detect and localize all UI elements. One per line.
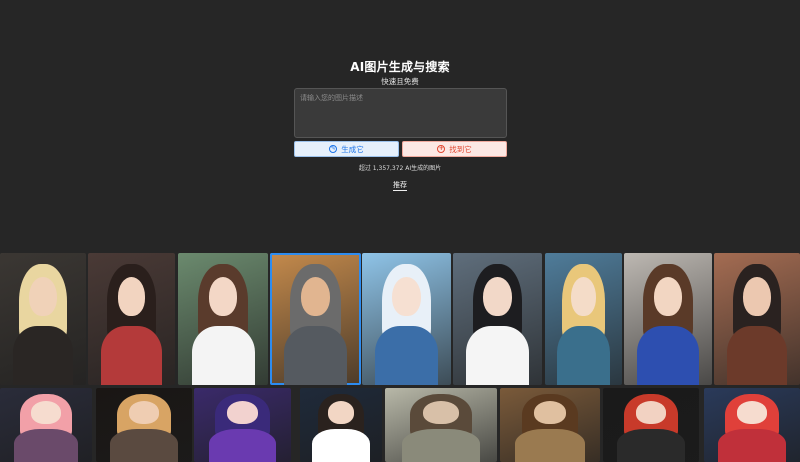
- hero-section: AI图片生成与搜索 快速且免费 ✎ 生成它 + 找到它 超过 1,357,372…: [0, 0, 800, 250]
- figure-face: [635, 401, 667, 424]
- figure-body: [13, 428, 79, 462]
- gallery-image[interactable]: [704, 388, 800, 462]
- figure-face: [117, 276, 146, 317]
- gallery-image[interactable]: [362, 253, 451, 385]
- figure-face: [571, 276, 596, 317]
- figure-body: [110, 428, 178, 462]
- figure-face: [31, 401, 61, 424]
- figure-body: [283, 325, 348, 385]
- gallery-image[interactable]: [603, 388, 699, 462]
- figure-body: [312, 428, 370, 462]
- figure-body: [401, 428, 481, 462]
- plus-circle-icon: +: [437, 145, 446, 153]
- figure-body: [191, 325, 255, 385]
- recommend-link[interactable]: 推荐: [393, 181, 407, 191]
- compass-icon: ✎: [329, 145, 338, 153]
- figure-face: [423, 401, 459, 424]
- page-title: AI图片生成与搜索: [350, 60, 450, 74]
- gallery-image[interactable]: [88, 253, 175, 385]
- gallery-image[interactable]: [714, 253, 800, 385]
- figure-body: [12, 325, 74, 385]
- figure-face: [226, 401, 258, 424]
- figure-face: [653, 276, 683, 317]
- generate-button-label: 生成它: [341, 144, 364, 154]
- figure-face: [327, 401, 355, 424]
- gallery-image[interactable]: [0, 253, 86, 385]
- gallery-image[interactable]: [500, 388, 600, 462]
- figure-face: [29, 276, 57, 317]
- figure-body: [726, 325, 788, 385]
- figure-body: [637, 325, 699, 385]
- gallery-image[interactable]: [194, 388, 291, 462]
- gallery-image[interactable]: [624, 253, 712, 385]
- gallery-image[interactable]: [453, 253, 542, 385]
- figure-body: [556, 325, 611, 385]
- figure-body: [375, 325, 438, 385]
- page-subtitle: 快速且免费: [381, 77, 419, 86]
- figure-body: [718, 428, 786, 462]
- prompt-input[interactable]: [294, 88, 507, 138]
- figure-face: [483, 276, 512, 317]
- gallery-image[interactable]: [545, 253, 622, 385]
- gallery-image[interactable]: [270, 253, 361, 385]
- figure-body: [466, 325, 529, 385]
- gallery-image[interactable]: [385, 388, 497, 462]
- figure-face: [128, 401, 160, 424]
- figure-face: [300, 276, 331, 317]
- image-count-text: 超过 1,357,372 AI生成的图片: [358, 165, 442, 172]
- recommend-link-wrap: 推荐: [0, 180, 800, 191]
- figure-body: [101, 325, 162, 385]
- figure-body: [208, 428, 277, 462]
- figure-face: [392, 276, 421, 317]
- figure-face: [743, 276, 771, 317]
- find-button[interactable]: + 找到它: [402, 141, 507, 157]
- figure-face: [534, 401, 566, 424]
- figure-body: [515, 428, 585, 462]
- find-button-label: 找到它: [449, 144, 472, 154]
- gallery-image[interactable]: [0, 388, 92, 462]
- figure-face: [208, 276, 238, 317]
- figure-body: [617, 428, 685, 462]
- gallery-image[interactable]: [178, 253, 268, 385]
- gallery-image[interactable]: [96, 388, 192, 462]
- figure-face: [736, 401, 768, 424]
- gallery-image[interactable]: [300, 388, 382, 462]
- generate-button[interactable]: ✎ 生成它: [294, 141, 399, 157]
